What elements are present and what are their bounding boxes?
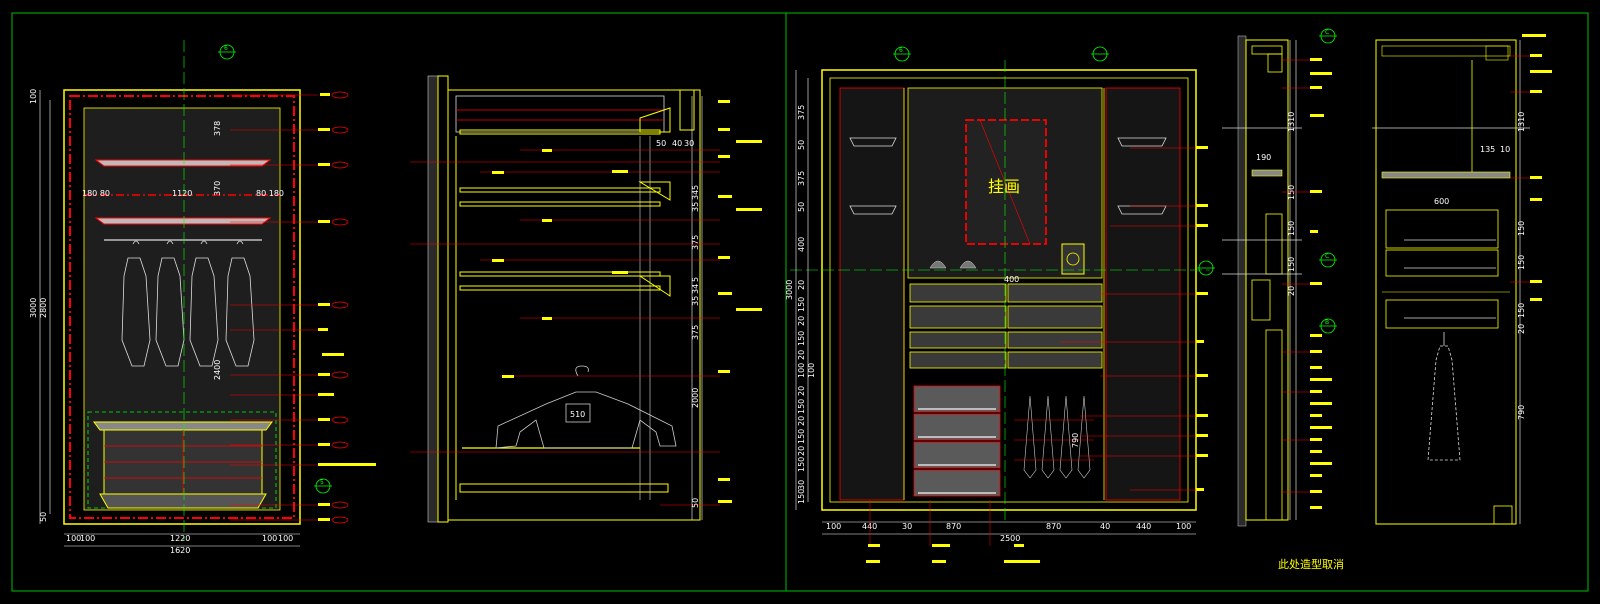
dim-b-4: 5	[691, 185, 700, 190]
dim-b-5: 34	[691, 190, 700, 200]
svg-text:375: 375	[797, 171, 806, 186]
dim-a-left-1: 100	[29, 89, 38, 104]
svg-text:30: 30	[902, 522, 912, 531]
svg-text:20: 20	[1517, 324, 1526, 334]
svg-text:790: 790	[1517, 405, 1526, 420]
svg-text:440: 440	[1136, 522, 1151, 531]
cancel-note: 此处造型取消	[1278, 557, 1344, 571]
svg-text:150: 150	[797, 331, 806, 346]
svg-text:20: 20	[797, 316, 806, 326]
dim-b-8: 5	[691, 277, 700, 282]
axis-label-a: 6	[224, 45, 228, 52]
svg-text:C: C	[1325, 253, 1329, 260]
svg-text:100: 100	[826, 522, 841, 531]
svg-text:100: 100	[807, 363, 816, 378]
dim-a-bottom-3: 1220	[170, 534, 190, 543]
svg-text:C: C	[1325, 29, 1329, 36]
hanger-width-label: 510	[570, 410, 585, 419]
svg-text:150: 150	[797, 457, 806, 472]
dim-b-10: 35	[691, 296, 700, 306]
svg-text:50: 50	[797, 202, 806, 212]
dim-a-total: 1620	[170, 546, 190, 555]
svg-text:150: 150	[797, 297, 806, 312]
elevation-c: 挂画	[790, 60, 1210, 535]
dim-b-13: 50	[691, 498, 700, 508]
svg-text:400: 400	[797, 237, 806, 252]
painting-label: 挂画	[988, 177, 1020, 196]
dim-a-inner-5: 80 180	[256, 189, 284, 198]
dim-b-9: 34	[691, 284, 700, 294]
dim-a-inner-3: 1120	[172, 189, 192, 198]
svg-text:870: 870	[946, 522, 961, 531]
dim-a-inner-2: 370	[213, 181, 222, 196]
dim-b-2: 40	[672, 139, 682, 148]
svg-text:400: 400	[1004, 275, 1019, 284]
svg-text:1310: 1310	[1517, 112, 1526, 132]
dim-b-11: 375	[691, 325, 700, 340]
svg-text:3000: 3000	[785, 280, 794, 300]
svg-text:150: 150	[1287, 257, 1296, 272]
cad-drawing: 100 100 1220 100 100 1620 100 3000 2800 …	[0, 0, 1600, 604]
dim-a-left-4: 50	[39, 512, 48, 522]
dim-a-left-3: 2800	[39, 298, 48, 318]
svg-text:870: 870	[1046, 522, 1061, 531]
svg-text:20: 20	[1287, 286, 1296, 296]
svg-text:40: 40	[1100, 522, 1110, 531]
svg-text:790: 790	[1071, 433, 1080, 448]
svg-text:150: 150	[1287, 185, 1296, 200]
svg-text:190: 190	[1256, 153, 1271, 162]
dim-a-inner-6: 2400	[213, 360, 222, 380]
axis-label-a2: 5	[320, 479, 324, 486]
dim-b-12: 2000	[691, 388, 700, 408]
dim-b-6: 35	[691, 202, 700, 212]
svg-text:135: 135	[1480, 145, 1495, 154]
axis-label-c: 6	[899, 47, 903, 54]
dim-b-7: 375	[691, 235, 700, 250]
svg-text:440: 440	[862, 522, 877, 531]
dim-a-bottom-2: 100	[80, 534, 95, 543]
svg-text:100: 100	[1176, 522, 1191, 531]
dim-a-left-2: 3000	[29, 298, 38, 318]
svg-text:150: 150	[1287, 221, 1296, 236]
svg-text:150: 150	[797, 489, 806, 504]
svg-text:1310: 1310	[1287, 112, 1296, 132]
svg-text:B: B	[1325, 319, 1329, 326]
dim-a-bottom-4: 100	[262, 534, 277, 543]
svg-text:10: 10	[1500, 145, 1510, 154]
svg-text:150: 150	[1517, 303, 1526, 318]
svg-text:150: 150	[1517, 255, 1526, 270]
svg-text:20: 20	[797, 446, 806, 456]
dim-a-bottom-1: 100	[66, 534, 81, 543]
dim-b-1: 50	[656, 139, 666, 148]
svg-text:20: 20	[797, 350, 806, 360]
svg-text:50: 50	[797, 140, 806, 150]
svg-text:375: 375	[797, 105, 806, 120]
svg-text:150: 150	[797, 399, 806, 414]
svg-text:20: 20	[797, 280, 806, 290]
svg-text:30: 30	[797, 480, 806, 490]
dim-a-bottom-5: 100	[278, 534, 293, 543]
svg-text:100: 100	[797, 363, 806, 378]
svg-text:150: 150	[1517, 221, 1526, 236]
svg-text:600: 600	[1434, 197, 1449, 206]
dim-b-3: 30	[684, 139, 694, 148]
dim-a-inner-1: 378	[213, 121, 222, 136]
dim-a-inner-4: 180 80	[82, 189, 110, 198]
svg-text:20: 20	[797, 386, 806, 396]
svg-text:150: 150	[797, 429, 806, 444]
svg-text:20: 20	[797, 416, 806, 426]
svg-text:2500: 2500	[1000, 534, 1020, 543]
